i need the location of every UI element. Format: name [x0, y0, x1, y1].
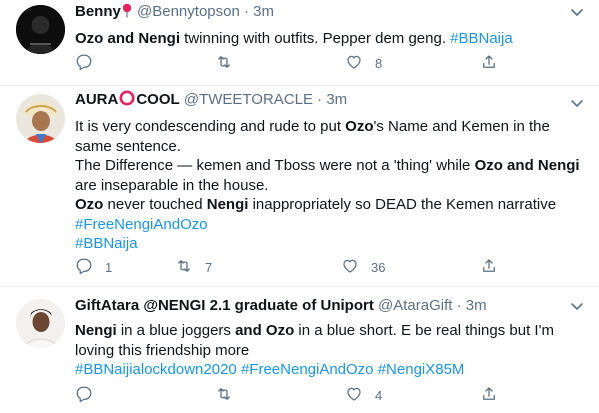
highlighted-term: Ozo and Nengi	[75, 30, 180, 47]
author-name-suffix[interactable]: COOL	[136, 91, 179, 108]
pin-emoji-icon	[121, 3, 133, 24]
hashtag-link[interactable]: #FreeNengiAndOzo	[75, 216, 208, 233]
text-segment: It is very condescending and rude to put	[75, 118, 346, 135]
like-button[interactable]: 36	[341, 256, 385, 278]
reply-count: 1	[105, 259, 113, 275]
author-handle[interactable]: @AtaraGift	[378, 297, 452, 314]
tweet[interactable]: AURA COOL @TWEETORACLE · 3m It is very co…	[0, 86, 599, 287]
avatar[interactable]	[16, 94, 65, 143]
reply-button[interactable]	[75, 52, 105, 74]
retweet-icon	[215, 385, 233, 406]
text-segment: inappropriately so DEAD the Kemen narrat…	[248, 196, 557, 213]
text-segment: are inseparable in the house.	[75, 176, 269, 194]
tweet-text: It is very condescending and rude to put…	[75, 117, 585, 254]
like-button[interactable]: 4	[345, 384, 382, 406]
text-segment: never touched	[103, 196, 207, 213]
author-name[interactable]: Benny	[75, 3, 121, 20]
timestamp[interactable]: 3m	[326, 91, 347, 108]
tweet[interactable]: Benny @Bennytopson · 3m Ozo and Nengi tw…	[0, 0, 599, 86]
like-icon	[345, 385, 363, 406]
retweet-count: 7	[205, 259, 213, 275]
avatar[interactable]	[16, 5, 65, 54]
highlighted-term: and Ozo	[235, 322, 295, 339]
tweet[interactable]: GiftAtara @NENGI 2.1 graduate of Uniport…	[0, 287, 599, 413]
reply-button[interactable]: 1	[75, 256, 112, 278]
separator: ·	[317, 91, 323, 108]
hashtag-link[interactable]: #NengiX85M	[378, 361, 465, 378]
text-segment: in a blue joggers	[116, 322, 236, 339]
reply-icon	[75, 53, 93, 74]
timestamp[interactable]: 3m	[253, 3, 274, 20]
share-icon	[480, 53, 498, 74]
author-handle[interactable]: @Bennytopson	[137, 3, 240, 20]
avatar[interactable]	[16, 299, 65, 348]
retweet-button[interactable]	[215, 384, 245, 406]
separator: ·	[243, 3, 249, 20]
reply-icon	[75, 257, 93, 278]
highlighted-term: Ozo	[345, 118, 374, 135]
text-segment: twinning with outfits. Pepper dem geng.	[180, 30, 451, 47]
highlighted-term: Nengi	[75, 322, 117, 339]
separator: ·	[456, 297, 462, 314]
like-icon	[345, 53, 363, 74]
hashtag-link[interactable]: #BBNaijialockdown2020	[75, 361, 237, 378]
hashtag-link[interactable]: #BBNaija	[450, 30, 513, 47]
retweet-button[interactable]: 7	[175, 256, 212, 278]
like-count: 8	[375, 55, 383, 71]
hashtag-link[interactable]: #FreeNengiAndOzo	[241, 361, 374, 378]
text-segment: The Difference — kemen and Tboss were no…	[75, 157, 475, 174]
like-button[interactable]: 8	[345, 52, 382, 74]
hashtag-link[interactable]: #BBNaija	[75, 235, 138, 252]
timestamp[interactable]: 3m	[466, 297, 487, 314]
share-icon	[480, 385, 498, 406]
highlighted-term: Nengi	[206, 196, 249, 213]
share-button[interactable]	[480, 52, 498, 74]
highlighted-term: Ozo	[75, 196, 104, 213]
highlighted-term: Ozo and Nengi	[474, 157, 580, 174]
share-icon	[480, 257, 498, 278]
reply-icon	[75, 385, 93, 406]
retweet-icon	[175, 257, 193, 278]
retweet-button[interactable]	[215, 52, 245, 74]
more-icon[interactable]	[567, 3, 587, 23]
share-button[interactable]	[480, 384, 498, 406]
tweet-text: Nengi in a blue joggers and Ozo in a blu…	[75, 321, 585, 380]
like-count: 4	[375, 387, 383, 403]
timeline-feed: Benny @Bennytopson · 3m Ozo and Nengi tw…	[0, 0, 599, 413]
author-name[interactable]: GiftAtara @NENGI 2.1 graduate of Uniport	[75, 297, 374, 314]
like-count: 36	[371, 259, 386, 275]
more-icon[interactable]	[567, 297, 587, 317]
retweet-icon	[215, 53, 233, 74]
red-circle-emoji-icon	[119, 90, 135, 112]
like-icon	[341, 257, 359, 278]
reply-button[interactable]	[75, 384, 105, 406]
tweet-text: Ozo and Nengi twinning with outfits. Pep…	[75, 29, 585, 49]
more-icon[interactable]	[567, 94, 587, 114]
author-name[interactable]: AURA	[75, 91, 118, 108]
share-button[interactable]	[480, 256, 498, 278]
author-handle[interactable]: @TWEETORACLE	[184, 91, 313, 108]
